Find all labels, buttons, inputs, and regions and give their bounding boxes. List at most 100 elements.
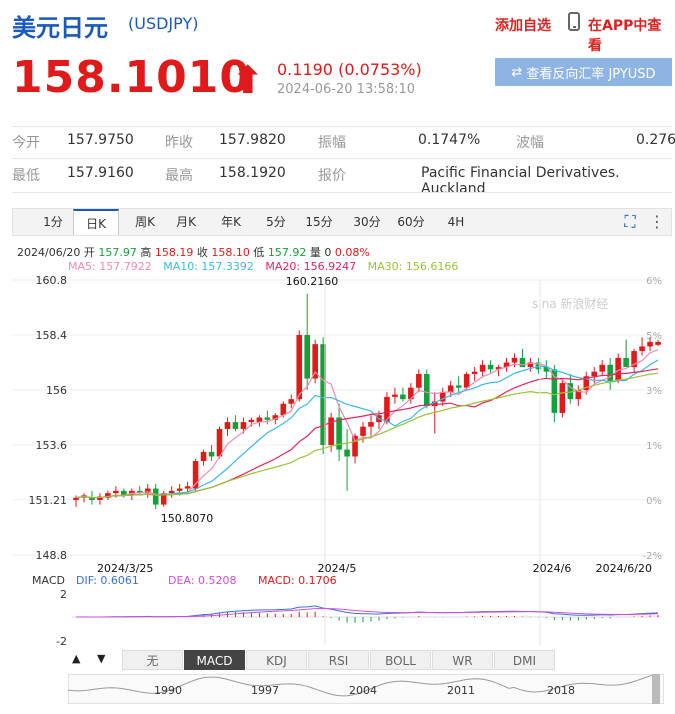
navigator-year-label: 1990 [154, 684, 182, 697]
min-annotation: 150.8070 [161, 512, 214, 525]
candle-body [463, 373, 470, 388]
indicator-tab-macd[interactable]: MACD [184, 650, 245, 670]
tab-weekly[interactable]: 周K [125, 209, 165, 235]
reverse-rate-button[interactable]: ⇄ 查看反向汇率 JPYUSD [495, 58, 672, 86]
macd-dea-line [75, 607, 659, 618]
watermark: sina 新浪财经 [532, 296, 608, 311]
navigator-handle [652, 674, 660, 704]
pct-tick-label: -2% [643, 551, 662, 562]
tab-monthly[interactable]: 月K [166, 209, 206, 235]
candle-body [73, 497, 79, 500]
candle-body [208, 451, 215, 457]
candle-body [344, 449, 350, 457]
price-change: 0.1190 (0.0753%) [277, 60, 422, 79]
macd-label: MACD [32, 574, 65, 587]
pct-tick-label: 3% [646, 386, 662, 397]
candle-body [200, 451, 207, 462]
indicator-tab-wr[interactable]: WR [432, 650, 493, 670]
add-watchlist-link[interactable]: 添加自选 [495, 15, 551, 35]
candle-body [400, 394, 406, 400]
indicator-tab-none[interactable]: 无 [122, 650, 183, 670]
divider [12, 126, 672, 127]
candle-body [455, 385, 462, 388]
candle-body [479, 364, 486, 372]
ohlc-date: 2024/06/20 [17, 246, 81, 259]
max-annotation: 160.2160 [286, 275, 339, 288]
macd-dea-label: DEA: 0.5208 [168, 574, 236, 587]
navigator-year-label: 2018 [547, 684, 575, 697]
tab-60min[interactable]: 60分 [391, 209, 431, 235]
navigator-year-label: 2004 [349, 684, 377, 697]
view-in-app-link[interactable]: 在APP中查看 [588, 15, 675, 55]
ohlc-vol: 0 [324, 246, 332, 259]
candle-body [280, 403, 287, 416]
macd-y-tick: 2 [60, 588, 67, 601]
stat-open-label: 今开 [12, 135, 40, 151]
candle-body [511, 357, 518, 363]
tab-4h[interactable]: 4H [436, 209, 476, 235]
indicator-tab-boll[interactable]: BOLL [370, 650, 431, 670]
symbol-code: (USDJPY) [128, 14, 199, 33]
fullscreen-icon[interactable]: ⛶ [619, 209, 641, 235]
ma30-line [75, 372, 659, 499]
candle-body [113, 490, 119, 494]
candle-body [232, 422, 239, 429]
ohlc-info: 2024/06/20 开 157.97 高 158.19 收 158.10 低 … [17, 244, 370, 260]
stat-high-label: 最高 [165, 168, 193, 184]
candle-body [216, 428, 223, 457]
candle-body [288, 399, 295, 404]
stat-quote-label: 报价 [318, 168, 346, 184]
candle-body [639, 346, 645, 352]
indicator-tab-rsi[interactable]: RSI [308, 650, 369, 670]
candle-body [559, 383, 566, 413]
candle-body [240, 422, 247, 429]
macd-value-label: MACD: 0.1706 [258, 574, 337, 587]
ohlc-open-label: 开 [83, 246, 95, 259]
pct-tick-label: 6% [646, 276, 662, 287]
stat-wave-value: 0.276 [636, 132, 675, 148]
reverse-rate-label: 查看反向汇率 JPYUSD [526, 66, 656, 82]
stat-prev-close-value: 157.9820 [219, 132, 286, 148]
tab-5min[interactable]: 5分 [256, 209, 296, 235]
indicator-tab-dmi[interactable]: DMI [494, 650, 555, 670]
phone-icon [568, 12, 580, 31]
tab-yearly[interactable]: 年K [211, 209, 251, 235]
range-navigator[interactable]: 1990 1997 2004 2011 2018 [68, 674, 664, 704]
y-tick-label: 151.21 [29, 494, 68, 507]
indicator-tab-kdj[interactable]: KDJ [246, 650, 307, 670]
candle-body [655, 341, 661, 345]
candle-body [184, 486, 191, 489]
candle-body [471, 371, 478, 374]
divider [12, 158, 672, 159]
page-title: 美元日元 [12, 14, 108, 42]
candle-body [487, 364, 494, 370]
stat-wave-label: 波幅 [516, 135, 544, 151]
stat-prev-close-label: 昨收 [165, 135, 193, 151]
candle-body [591, 371, 598, 377]
candle-body [623, 357, 629, 368]
y-tick-label: 158.4 [36, 329, 68, 342]
ohlc-close-label: 收 [196, 246, 208, 259]
tab-daily[interactable]: 日K [73, 209, 119, 235]
candle-body [264, 417, 271, 420]
candle-body [168, 490, 175, 494]
scroll-up-button[interactable]: ▲ [72, 652, 80, 665]
more-options-icon[interactable]: ⋮ [647, 209, 667, 235]
tab-30min[interactable]: 30分 [347, 209, 387, 235]
candle-body [224, 422, 231, 429]
quote-timestamp: 2024-06-20 13:58:10 [277, 82, 416, 97]
ohlc-open: 157.97 [98, 246, 137, 259]
stat-low-value: 157.9160 [67, 165, 134, 181]
kline-chart[interactable]: 160.8 6% 158.4 5% 156 3% 153.6 1% 151.21 0% 148.8 -… [12, 270, 664, 645]
tab-1min[interactable]: 1分 [33, 209, 73, 235]
scroll-down-button[interactable]: ▼ [97, 652, 105, 665]
candle-body [519, 357, 526, 368]
period-tabs: 1分 日K 周K 月K 年K 5分 15分 30分 60分 4H ⛶ ⋮ [12, 208, 672, 236]
candle-body [296, 335, 303, 400]
ohlc-low: 157.92 [267, 246, 307, 259]
candle-body [352, 435, 358, 457]
tab-15min[interactable]: 15分 [299, 209, 339, 235]
candle-body [384, 396, 390, 423]
arrow-up-icon: ⬆ [232, 58, 264, 102]
swap-icon: ⇄ [511, 64, 523, 80]
